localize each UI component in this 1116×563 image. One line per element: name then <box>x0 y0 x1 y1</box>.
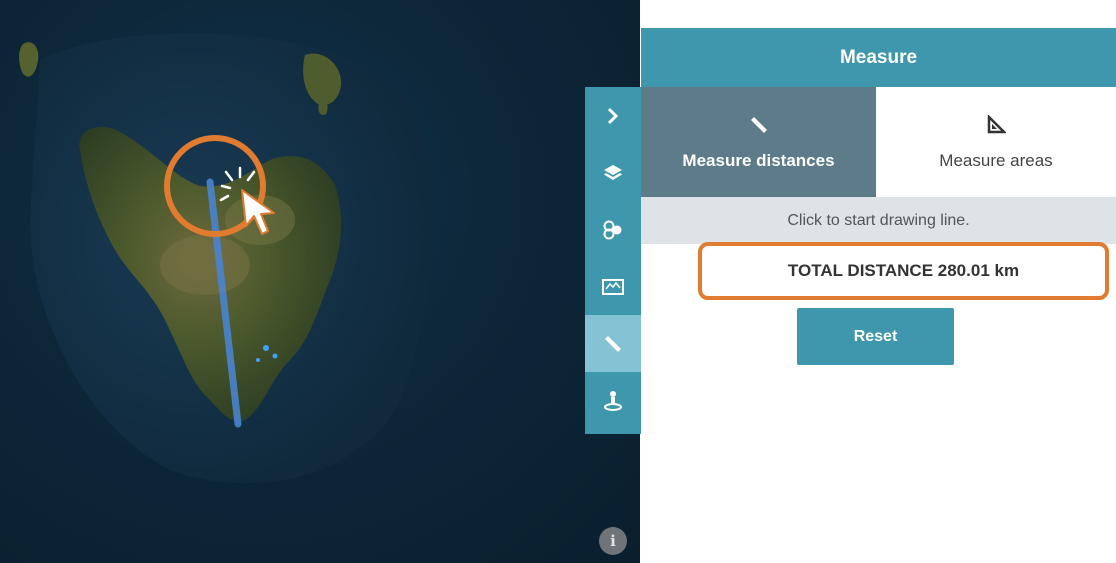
lake-dot <box>272 353 278 359</box>
layers-button[interactable] <box>585 144 641 201</box>
measure-tabs: Measure distances Measure areas <box>641 87 1116 197</box>
side-toolbar <box>585 87 641 434</box>
tab-measure-areas[interactable]: Measure areas <box>876 87 1116 197</box>
island-king <box>19 42 39 77</box>
tab-measure-distances[interactable]: Measure distances <box>641 87 876 197</box>
overlay-tool-icon <box>603 220 622 239</box>
highland-area <box>160 235 250 295</box>
lake-dot <box>263 345 269 351</box>
pin-person-icon <box>604 390 622 411</box>
tab-label: Measure distances <box>682 151 835 170</box>
ruler-icon <box>605 335 621 352</box>
info-icon[interactable]: i <box>599 527 627 555</box>
locate-button[interactable] <box>585 372 641 429</box>
expand-button[interactable] <box>585 87 641 144</box>
map-view[interactable]: i <box>0 0 640 563</box>
total-distance-readout: TOTAL DISTANCE 280.01 km <box>698 242 1109 300</box>
set-square-icon <box>987 115 1006 134</box>
panel-title: Measure <box>641 28 1116 87</box>
satellite-map <box>19 32 434 484</box>
map-icon <box>602 278 624 295</box>
reset-button[interactable]: Reset <box>797 308 954 365</box>
analysis-button[interactable] <box>585 201 641 258</box>
ruler-icon <box>750 117 767 133</box>
lake-dot <box>256 358 260 362</box>
measure-panel: Measure Measure distances Measure areas … <box>641 28 1116 563</box>
instruction-text: Click to start drawing line. <box>641 197 1116 244</box>
layers-icon <box>604 164 622 180</box>
tab-label: Measure areas <box>939 151 1053 170</box>
basemap-button[interactable] <box>585 258 641 315</box>
measure-button[interactable] <box>585 315 641 372</box>
chevron-right-icon <box>607 107 619 124</box>
